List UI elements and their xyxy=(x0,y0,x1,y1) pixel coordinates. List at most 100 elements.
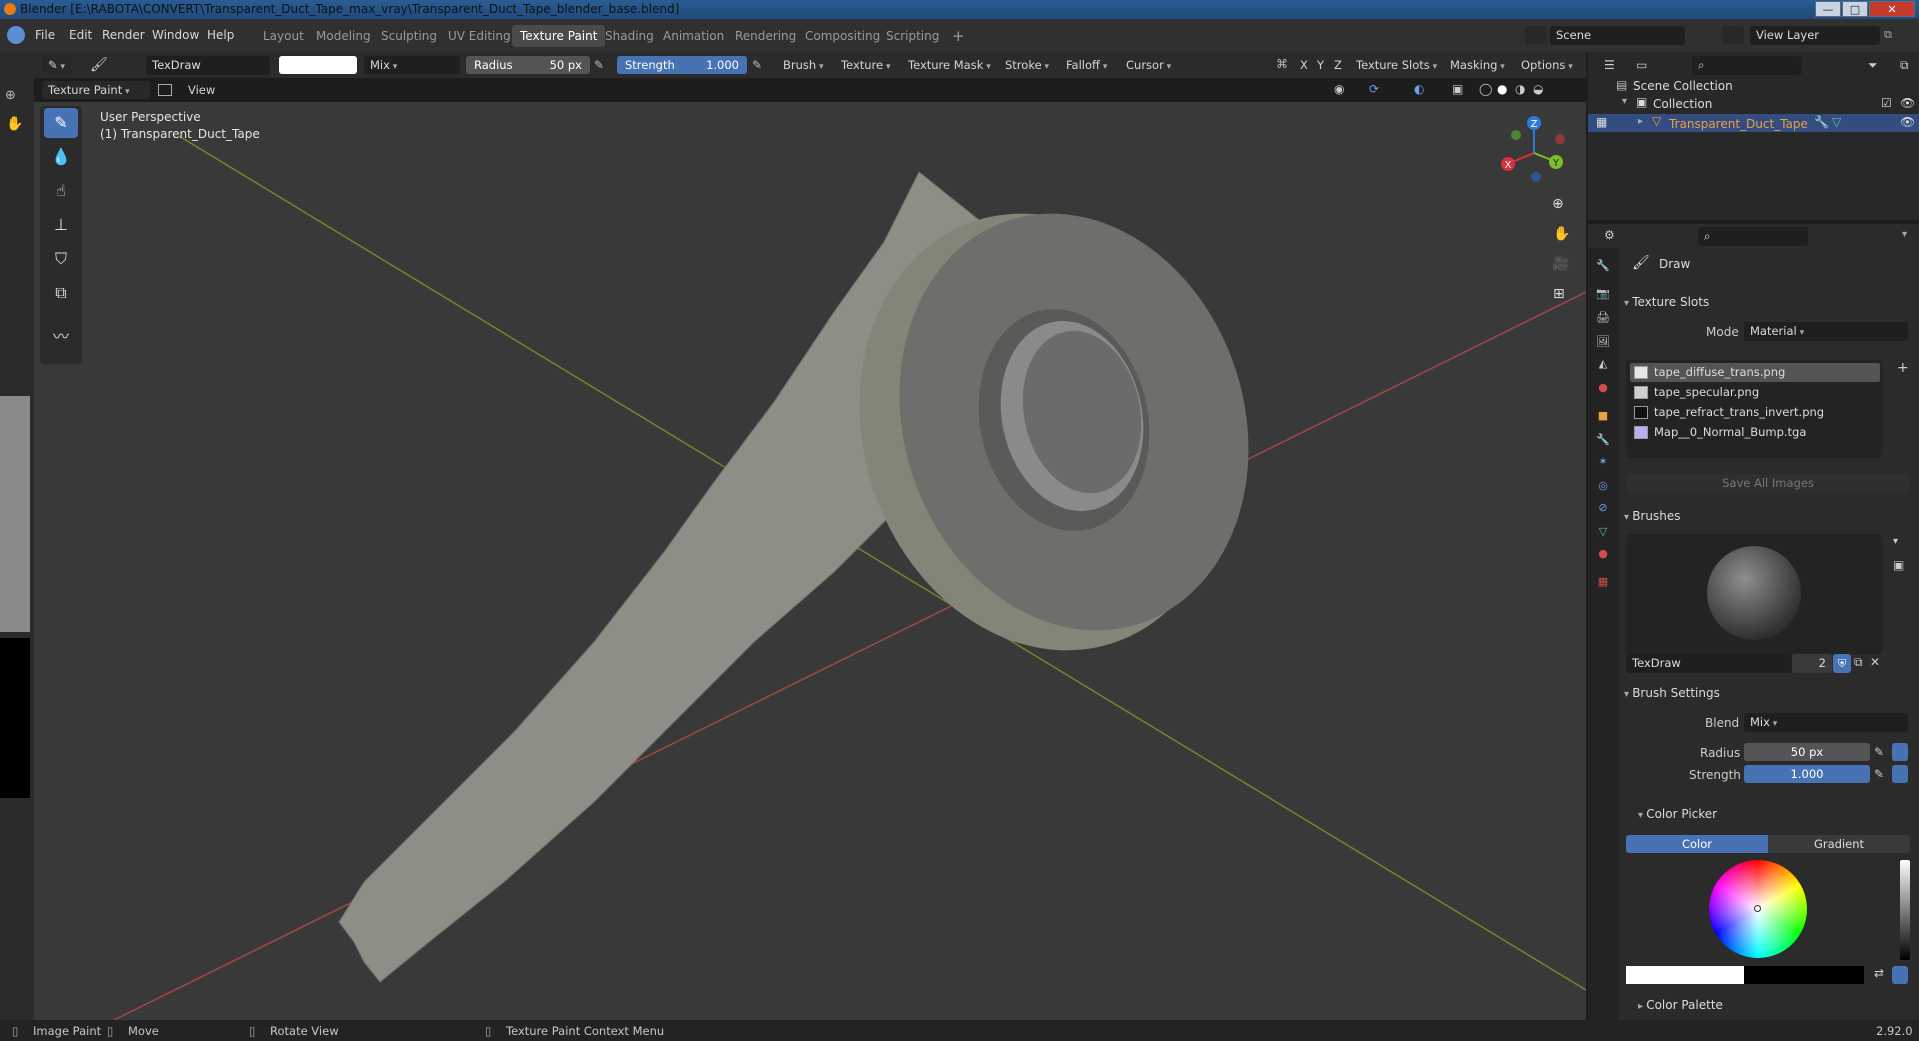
close-button[interactable]: ✕ xyxy=(1869,1,1915,17)
menu-edit[interactable]: Edit xyxy=(69,28,92,42)
outliner-editor-type-icon[interactable]: ☰ xyxy=(1604,58,1615,72)
gradient-tab[interactable]: Gradient xyxy=(1768,835,1910,853)
tab-compositing[interactable]: Compositing xyxy=(797,25,888,47)
particles-tab-icon[interactable]: ✶ xyxy=(1595,454,1611,470)
modifier-wrench-icon[interactable]: 🔧 xyxy=(1814,115,1829,129)
new-collection-icon[interactable]: ⧉ xyxy=(1900,58,1909,73)
texture-slot-item[interactable]: tape_diffuse_trans.png xyxy=(1630,363,1880,382)
menu-render[interactable]: Render xyxy=(102,28,145,42)
properties-search-input[interactable]: ⌕ xyxy=(1698,227,1808,246)
camera-view-icon[interactable]: 🎥 xyxy=(1552,256,1569,272)
tool-mode-icon[interactable]: ✎ xyxy=(42,56,72,74)
tab-uv-editing[interactable]: UV Editing xyxy=(440,25,519,47)
strength-pressure-icon[interactable]: ✎ xyxy=(752,58,762,72)
tab-animation[interactable]: Animation xyxy=(655,25,732,47)
strength-slider[interactable]: Strength 1.000 xyxy=(617,56,747,74)
add-slot-button[interactable]: + xyxy=(1897,360,1909,376)
scene-collection-label[interactable]: Scene Collection xyxy=(1633,79,1733,93)
strength-pressure-icon[interactable]: ✎ xyxy=(1874,767,1884,781)
object-tab-icon[interactable]: ■ xyxy=(1595,408,1611,424)
scene-browse-icon[interactable] xyxy=(1525,26,1547,44)
brush-name-field[interactable]: TexDraw xyxy=(1626,654,1792,673)
brush-name-field[interactable]: TexDraw xyxy=(146,56,270,75)
duplicate-brush-icon[interactable]: ⧉ xyxy=(1854,655,1863,670)
output-tab-icon[interactable]: 🖨 xyxy=(1595,310,1611,326)
ortho-toggle-icon[interactable]: ⊞ xyxy=(1553,286,1565,302)
solid-shading-icon[interactable]: ● xyxy=(1497,82,1507,96)
collection-expand-icon[interactable]: ▾ xyxy=(1622,96,1627,107)
tab-rendering[interactable]: Rendering xyxy=(727,25,804,47)
brush-color-swatch[interactable] xyxy=(279,56,357,74)
texture-slot-item[interactable]: Map__0_Normal_Bump.tga xyxy=(1630,423,1880,442)
radius-pressure-icon[interactable]: ✎ xyxy=(1874,745,1884,759)
fill-tool-icon[interactable]: ⛉ xyxy=(44,244,78,274)
color-wheel-cursor-icon[interactable] xyxy=(1754,905,1761,912)
mirror-z-toggle[interactable]: Z xyxy=(1328,56,1348,74)
blend-mode-dropdown[interactable]: Mix xyxy=(364,56,460,74)
mode-dropdown[interactable]: Material xyxy=(1744,322,1908,341)
view-layer-tab-icon[interactable]: 🖼 xyxy=(1595,334,1611,350)
display-mode-icon[interactable]: ▭ xyxy=(1636,58,1647,72)
object-expand-icon[interactable]: ▸ xyxy=(1638,116,1643,127)
secondary-color-swatch[interactable] xyxy=(1744,966,1864,984)
brush-browse-icon[interactable]: ▾ xyxy=(1893,536,1898,547)
xray-toggle-icon[interactable]: ▣ xyxy=(1452,82,1463,96)
wireframe-shading-icon[interactable]: ◯ xyxy=(1479,82,1492,96)
hand-pan-icon[interactable]: ✋ xyxy=(6,116,23,132)
tool-tab-icon[interactable]: 🔧 xyxy=(1595,258,1611,274)
pan-view-icon[interactable]: ✋ xyxy=(1553,226,1570,242)
properties-options-icon[interactable]: ▾ xyxy=(1902,229,1907,240)
tab-sculpting[interactable]: Sculpting xyxy=(373,25,445,47)
menu-window[interactable]: Window xyxy=(152,28,199,42)
blend-dropdown[interactable]: Mix xyxy=(1744,713,1908,732)
menu-help[interactable]: Help xyxy=(207,28,234,42)
brush-preview-area[interactable] xyxy=(1626,534,1882,654)
smear-tool-icon[interactable]: ☝ xyxy=(44,176,78,206)
texture-slot-item[interactable]: tape_refract_trans_invert.png xyxy=(1630,403,1880,422)
world-tab-icon[interactable]: ● xyxy=(1595,380,1611,396)
menu-file[interactable]: File xyxy=(35,28,55,42)
color-picker-panel-header[interactable]: Color Picker xyxy=(1638,807,1717,821)
filter-icon[interactable]: ⏷ xyxy=(1868,58,1878,73)
falloff-menu[interactable]: Falloff xyxy=(1060,56,1113,74)
brushes-panel-header[interactable]: Brushes xyxy=(1624,509,1680,523)
scene-tab-icon[interactable]: ◭ xyxy=(1595,356,1611,372)
brush-menu[interactable]: Brush xyxy=(777,56,830,74)
zoom-region-icon[interactable]: ⊕ xyxy=(5,88,16,103)
save-all-images-button[interactable]: Save All Images xyxy=(1626,474,1910,493)
new-view-layer-icon[interactable]: ⧉ xyxy=(1884,28,1892,42)
radius-slider[interactable]: 50 px xyxy=(1744,743,1870,761)
collection-label[interactable]: Collection xyxy=(1653,97,1712,111)
color-palette-panel-header[interactable]: ▸ Color Palette xyxy=(1638,998,1723,1012)
object-visibility-eye-icon[interactable]: 👁 xyxy=(1900,115,1915,129)
view-layer-icon[interactable] xyxy=(1722,26,1744,44)
texture-menu[interactable]: Texture xyxy=(835,56,897,74)
3d-viewport[interactable] xyxy=(34,102,1586,1020)
strength-pressure-toggle-icon[interactable] xyxy=(1892,765,1908,783)
rendered-shading-icon[interactable]: ◒ xyxy=(1533,82,1543,96)
color-pressure-toggle-icon[interactable] xyxy=(1892,966,1908,984)
annotate-tool-icon[interactable]: 〰 xyxy=(44,322,78,352)
value-slider[interactable] xyxy=(1900,860,1910,960)
tab-layout[interactable]: Layout xyxy=(255,25,312,47)
texture-tab-icon[interactable]: ▦ xyxy=(1595,574,1611,590)
texture-slot-item[interactable]: tape_specular.png xyxy=(1630,383,1880,402)
interaction-mode-dropdown[interactable]: Texture Paint xyxy=(42,81,150,99)
render-tab-icon[interactable]: 📷 xyxy=(1595,286,1611,302)
zoom-view-icon[interactable]: ⊕ xyxy=(1552,196,1564,212)
mask-toggle-icon[interactable] xyxy=(158,84,172,96)
cursor-menu[interactable]: Cursor xyxy=(1120,56,1177,74)
modifier-tab-icon[interactable]: 🔧 xyxy=(1595,432,1611,448)
brush-settings-icon[interactable]: ▣ xyxy=(1893,558,1904,572)
texture-slots-menu[interactable]: Texture Slots xyxy=(1350,56,1443,74)
tab-shading[interactable]: Shading xyxy=(597,25,662,47)
properties-editor-type-icon[interactable]: ⚙ xyxy=(1604,228,1615,242)
color-wheel[interactable] xyxy=(1709,860,1807,958)
collection-exclude-checkbox[interactable]: ☑ xyxy=(1881,96,1892,110)
add-workspace-button[interactable]: + xyxy=(944,25,973,47)
physics-tab-icon[interactable]: ◎ xyxy=(1595,478,1611,494)
material-shading-icon[interactable]: ◑ xyxy=(1515,82,1525,96)
blender-menu-icon[interactable] xyxy=(7,26,25,44)
view-menu[interactable]: View xyxy=(182,81,221,99)
collection-visibility-eye-icon[interactable]: 👁 xyxy=(1900,96,1915,110)
